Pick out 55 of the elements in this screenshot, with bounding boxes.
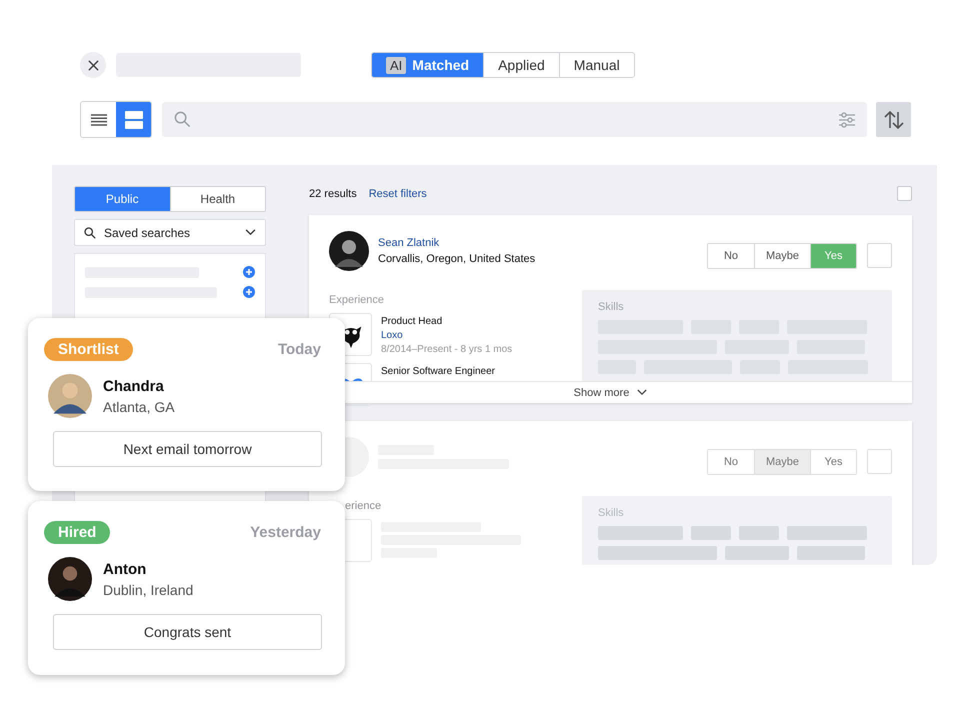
skeleton-bar: [691, 526, 731, 540]
card-view-button[interactable]: [116, 102, 151, 137]
candidate-location: Corvallis, Oregon, United States: [378, 253, 536, 265]
chevron-down-icon: [245, 229, 256, 236]
decision-button[interactable]: Maybe: [754, 450, 810, 474]
select-checkbox[interactable]: [867, 243, 892, 268]
candidate-name[interactable]: Sean Zlatnik: [378, 237, 707, 249]
tab[interactable]: AI Matched: [372, 53, 484, 77]
person-location: Atlanta, GA: [103, 398, 175, 414]
list-icon: [90, 114, 106, 126]
person-name: Anton: [103, 560, 148, 578]
select-all-checkbox[interactable]: [897, 186, 912, 201]
company-link[interactable]: Loxo: [381, 330, 512, 341]
skeleton-bar: [797, 546, 865, 560]
status-badge: Shortlist: [44, 338, 133, 361]
search-icon: [84, 226, 96, 238]
tab[interactable]: Health: [170, 187, 265, 211]
ai-badge: AI: [386, 56, 406, 74]
chevron-down-icon: [637, 389, 648, 396]
sort-icon: [884, 110, 904, 128]
avatar: [329, 231, 369, 271]
skeleton-bar: [725, 546, 789, 560]
person-name: Chandra: [103, 378, 165, 394]
action-button[interactable]: Congrats sent: [53, 614, 322, 650]
job-title: Product Head: [381, 316, 444, 327]
skeleton-bar: [739, 526, 779, 540]
job-title: Senior Software Engineer: [381, 366, 495, 377]
section-label: Skills: [598, 301, 625, 313]
reset-filters-link[interactable]: Reset filters: [368, 188, 427, 200]
add-icon[interactable]: [243, 266, 255, 278]
section-label: Experience: [329, 294, 386, 306]
card-view-icon: [124, 110, 142, 128]
job-dates: 8/2014–Present - 8 yrs 1 mos: [381, 344, 512, 355]
action-button[interactable]: Next email tomorrow: [53, 431, 322, 467]
saved-searches-dropdown[interactable]: Saved searches: [74, 219, 266, 246]
close-button[interactable]: [80, 52, 106, 78]
avatar: [48, 557, 92, 601]
add-icon[interactable]: [243, 286, 255, 298]
section-label: Skills: [598, 507, 625, 519]
search-field[interactable]: [162, 102, 867, 137]
section-label: erience: [344, 500, 382, 512]
select-checkbox[interactable]: [867, 449, 892, 474]
tab[interactable]: Public: [75, 187, 170, 211]
decision-button[interactable]: Yes: [810, 450, 856, 474]
filter-icon[interactable]: [839, 112, 855, 128]
search-icon: [174, 111, 191, 128]
close-icon: [88, 60, 98, 70]
avatar: [48, 374, 92, 418]
sort-button[interactable]: [876, 102, 911, 137]
date-label: Yesterday: [250, 524, 321, 541]
person-location: Dublin, Ireland: [103, 582, 194, 598]
tab[interactable]: Manual: [558, 53, 634, 77]
status-badge: Hired: [44, 521, 110, 544]
results-count: 22 results: [309, 188, 357, 200]
date-label: Today: [278, 341, 321, 358]
